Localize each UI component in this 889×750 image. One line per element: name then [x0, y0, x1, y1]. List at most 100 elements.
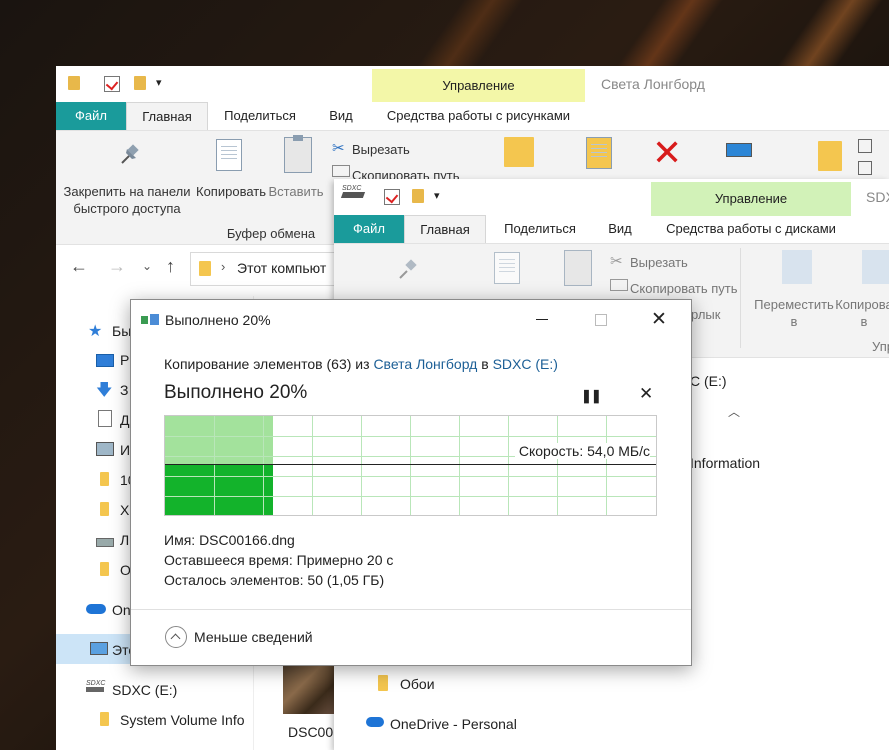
nav-item-sdxc[interactable]: SDXC (E:)	[112, 682, 177, 698]
tab-file[interactable]: Файл	[56, 102, 126, 130]
nav-item-images[interactable]: И	[120, 442, 130, 458]
folder-icon[interactable]	[100, 562, 109, 576]
wallpaper-streak	[616, 0, 724, 66]
pause-button[interactable]: ❚❚	[581, 388, 602, 404]
info-item[interactable]: Information	[690, 455, 760, 471]
maximize-button[interactable]	[595, 314, 607, 326]
drive-icon[interactable]	[96, 538, 114, 547]
desktop-icon[interactable]	[96, 354, 114, 367]
nav-item-onedrive-personal[interactable]: OneDrive - Personal	[390, 716, 517, 732]
copy-icon[interactable]	[216, 139, 242, 171]
move-to-icon[interactable]	[782, 250, 812, 284]
copy-to-icon[interactable]	[586, 137, 612, 169]
up-arrow-icon[interactable]: ↑	[166, 256, 175, 277]
minimize-button[interactable]	[531, 302, 553, 338]
move-to-icon[interactable]	[504, 137, 534, 167]
paste-icon[interactable]	[564, 250, 592, 286]
paste-icon[interactable]	[284, 135, 312, 173]
sdxc-icon[interactable]: SDXC	[86, 680, 105, 694]
new-folder-icon[interactable]	[134, 76, 146, 90]
dialog-separator	[131, 609, 691, 610]
speed-label: Скорость: 54,0 МБ/с	[514, 443, 650, 459]
tab-file[interactable]: Файл	[334, 215, 404, 243]
nav-item-folder-x[interactable]: Х	[120, 502, 129, 518]
chevron-down-icon[interactable]: ⌄	[142, 259, 152, 273]
pin-icon[interactable]	[392, 256, 422, 286]
folder-icon[interactable]	[100, 502, 109, 516]
copy-prefix: Копирование элементов (63) из	[164, 356, 370, 372]
folder-icon[interactable]	[68, 76, 80, 90]
nav-item-drive[interactable]: Л	[120, 532, 129, 548]
copy-progress-dialog: Выполнено 20% ✕ Копирование элементов (6…	[130, 299, 692, 666]
in-word: в	[481, 356, 489, 372]
move-to-button[interactable]: Переместить в	[752, 296, 836, 330]
nav-item-quick-access[interactable]: Бы	[112, 323, 131, 339]
window-title: SDX	[866, 189, 889, 205]
copy-button[interactable]: Копировать	[194, 183, 268, 200]
nav-item-system-volume[interactable]: System Volume Info	[120, 712, 245, 728]
properties-icon[interactable]	[384, 189, 400, 205]
folder-icon[interactable]	[378, 675, 388, 691]
destination-link[interactable]: SDXC (E:)	[493, 356, 558, 372]
nav-item-onedrive[interactable]: On	[112, 602, 131, 618]
image-icon[interactable]	[96, 442, 114, 456]
scissors-icon[interactable]: ✂	[332, 139, 345, 157]
pin-icon[interactable]	[114, 141, 144, 171]
back-arrow-icon[interactable]: ←	[70, 256, 88, 277]
scissors-icon[interactable]: ✂	[610, 252, 623, 270]
tab-home[interactable]: Главная	[126, 102, 208, 131]
pin-quick-access-button[interactable]: Закрепить на панели быстрого доступа	[62, 183, 192, 217]
rename-icon[interactable]	[726, 143, 752, 157]
folder-icon[interactable]	[100, 472, 109, 486]
tab-share[interactable]: Поделиться	[214, 102, 306, 130]
tab-view[interactable]: Вид	[316, 102, 366, 130]
tab-view[interactable]: Вид	[598, 215, 642, 243]
cancel-copy-button[interactable]: ✕	[639, 384, 653, 404]
nav-item-downloads[interactable]: З	[120, 382, 128, 398]
onedrive-icon[interactable]	[86, 604, 106, 614]
copy-path-icon[interactable]	[610, 279, 628, 291]
new-item-icon[interactable]	[858, 139, 872, 153]
address-path[interactable]: C (E:)	[690, 373, 727, 389]
new-folder-icon[interactable]	[412, 189, 424, 203]
star-icon[interactable]: ★	[88, 321, 102, 341]
tab-share[interactable]: Поделиться	[494, 215, 586, 243]
chevron-down-icon[interactable]: ▾	[156, 76, 162, 89]
onedrive-icon[interactable]	[366, 717, 384, 727]
tab-home[interactable]: Главная	[404, 215, 486, 244]
document-icon[interactable]	[98, 410, 112, 427]
source-link[interactable]: Света Лонгборд	[373, 356, 477, 372]
cut-button[interactable]: Вырезать	[630, 255, 688, 270]
grid-line	[165, 496, 656, 497]
easy-access-icon[interactable]	[858, 161, 872, 175]
sdxc-icon[interactable]: SDXC	[340, 185, 366, 203]
copy-icon[interactable]	[494, 252, 520, 284]
copy-to-icon[interactable]	[862, 250, 889, 284]
chevron-up-icon[interactable]: ︿	[728, 403, 740, 420]
copy-to-button[interactable]: Копирова в	[834, 296, 889, 330]
properties-icon[interactable]	[104, 76, 120, 92]
file-thumbnail-label[interactable]: DSC00	[288, 724, 333, 740]
forward-arrow-icon[interactable]: →	[108, 256, 126, 277]
copy-path-icon[interactable]	[332, 165, 350, 177]
nav-item-wallpapers[interactable]: Обои	[400, 676, 435, 692]
paste-button[interactable]: Вставить	[268, 183, 324, 200]
new-folder-icon[interactable]	[818, 141, 842, 171]
computer-icon[interactable]	[90, 642, 108, 655]
tab-picture-tools[interactable]: Средства работы с рисунками	[372, 102, 585, 130]
file-thumbnail[interactable]	[283, 662, 335, 714]
cut-button[interactable]: Вырезать	[352, 142, 410, 157]
close-button[interactable]: ✕	[651, 308, 667, 331]
less-details-button[interactable]: Меньше сведений	[194, 629, 313, 645]
folder-icon[interactable]	[100, 712, 109, 726]
chevron-up-circle-icon[interactable]	[165, 626, 187, 648]
grid-line	[410, 416, 411, 515]
delete-icon[interactable]: ✕	[652, 135, 682, 171]
download-icon[interactable]: 🡇	[96, 379, 112, 406]
copy-path-button[interactable]: Скопировать путь	[630, 281, 738, 296]
nav-item-desktop[interactable]: Р	[120, 352, 129, 368]
nav-item-documents[interactable]: Д	[120, 412, 129, 428]
time-value: Примерно 20 с	[296, 552, 394, 568]
tab-drive-tools[interactable]: Средства работы с дисками	[651, 215, 851, 243]
chevron-down-icon[interactable]: ▾	[434, 189, 440, 202]
